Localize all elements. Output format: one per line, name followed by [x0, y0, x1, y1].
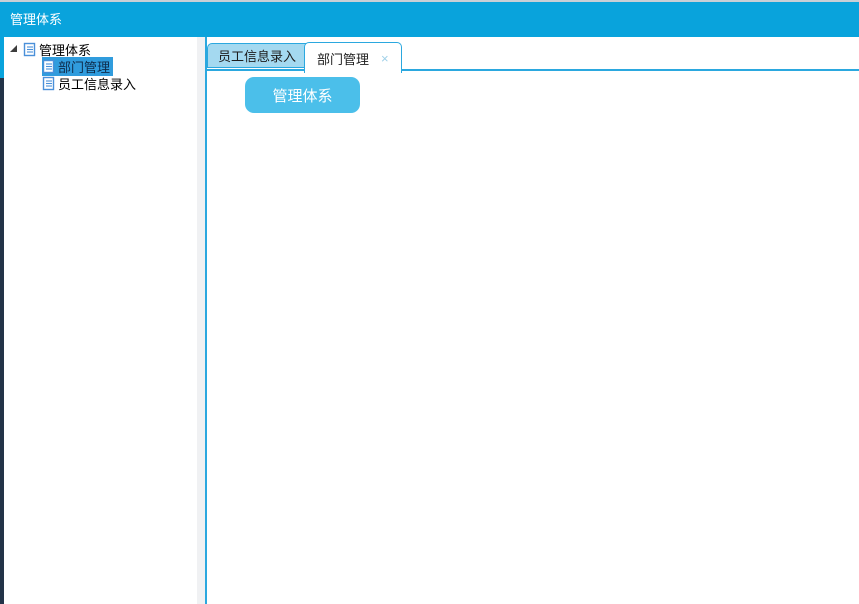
- close-icon[interactable]: ×: [381, 52, 389, 65]
- panel-splitter[interactable]: [197, 37, 205, 604]
- tab-department-management[interactable]: 部门管理 ×: [304, 42, 402, 73]
- document-icon: [42, 59, 55, 74]
- tree-node-content[interactable]: 员工信息录入: [42, 74, 139, 93]
- tree-node-department-management[interactable]: 部门管理: [4, 58, 197, 75]
- tab-bar: 员工信息录入 × 部门管理 ×: [207, 37, 859, 71]
- sidebar-tree-panel: 管理体系 部门管理: [4, 37, 197, 604]
- title-bar: 管理体系: [0, 0, 859, 37]
- tree-node-employee-info-entry[interactable]: 员工信息录入: [4, 75, 197, 92]
- tree-node-label: 员工信息录入: [58, 74, 136, 93]
- management-system-button[interactable]: 管理体系: [245, 77, 360, 113]
- tab-label: 员工信息录入: [218, 46, 296, 65]
- main-panel: 员工信息录入 × 部门管理 × 管理体系: [207, 37, 859, 604]
- window-title: 管理体系: [0, 2, 859, 28]
- tab-label: 部门管理: [317, 49, 369, 68]
- tab-content-area: 管理体系: [207, 71, 859, 113]
- tree-expand-triangle-icon[interactable]: [10, 45, 17, 52]
- document-icon: [42, 76, 55, 91]
- navigation-tree: 管理体系 部门管理: [4, 41, 197, 92]
- document-icon: [23, 42, 36, 57]
- tree-node-root[interactable]: 管理体系: [4, 41, 197, 58]
